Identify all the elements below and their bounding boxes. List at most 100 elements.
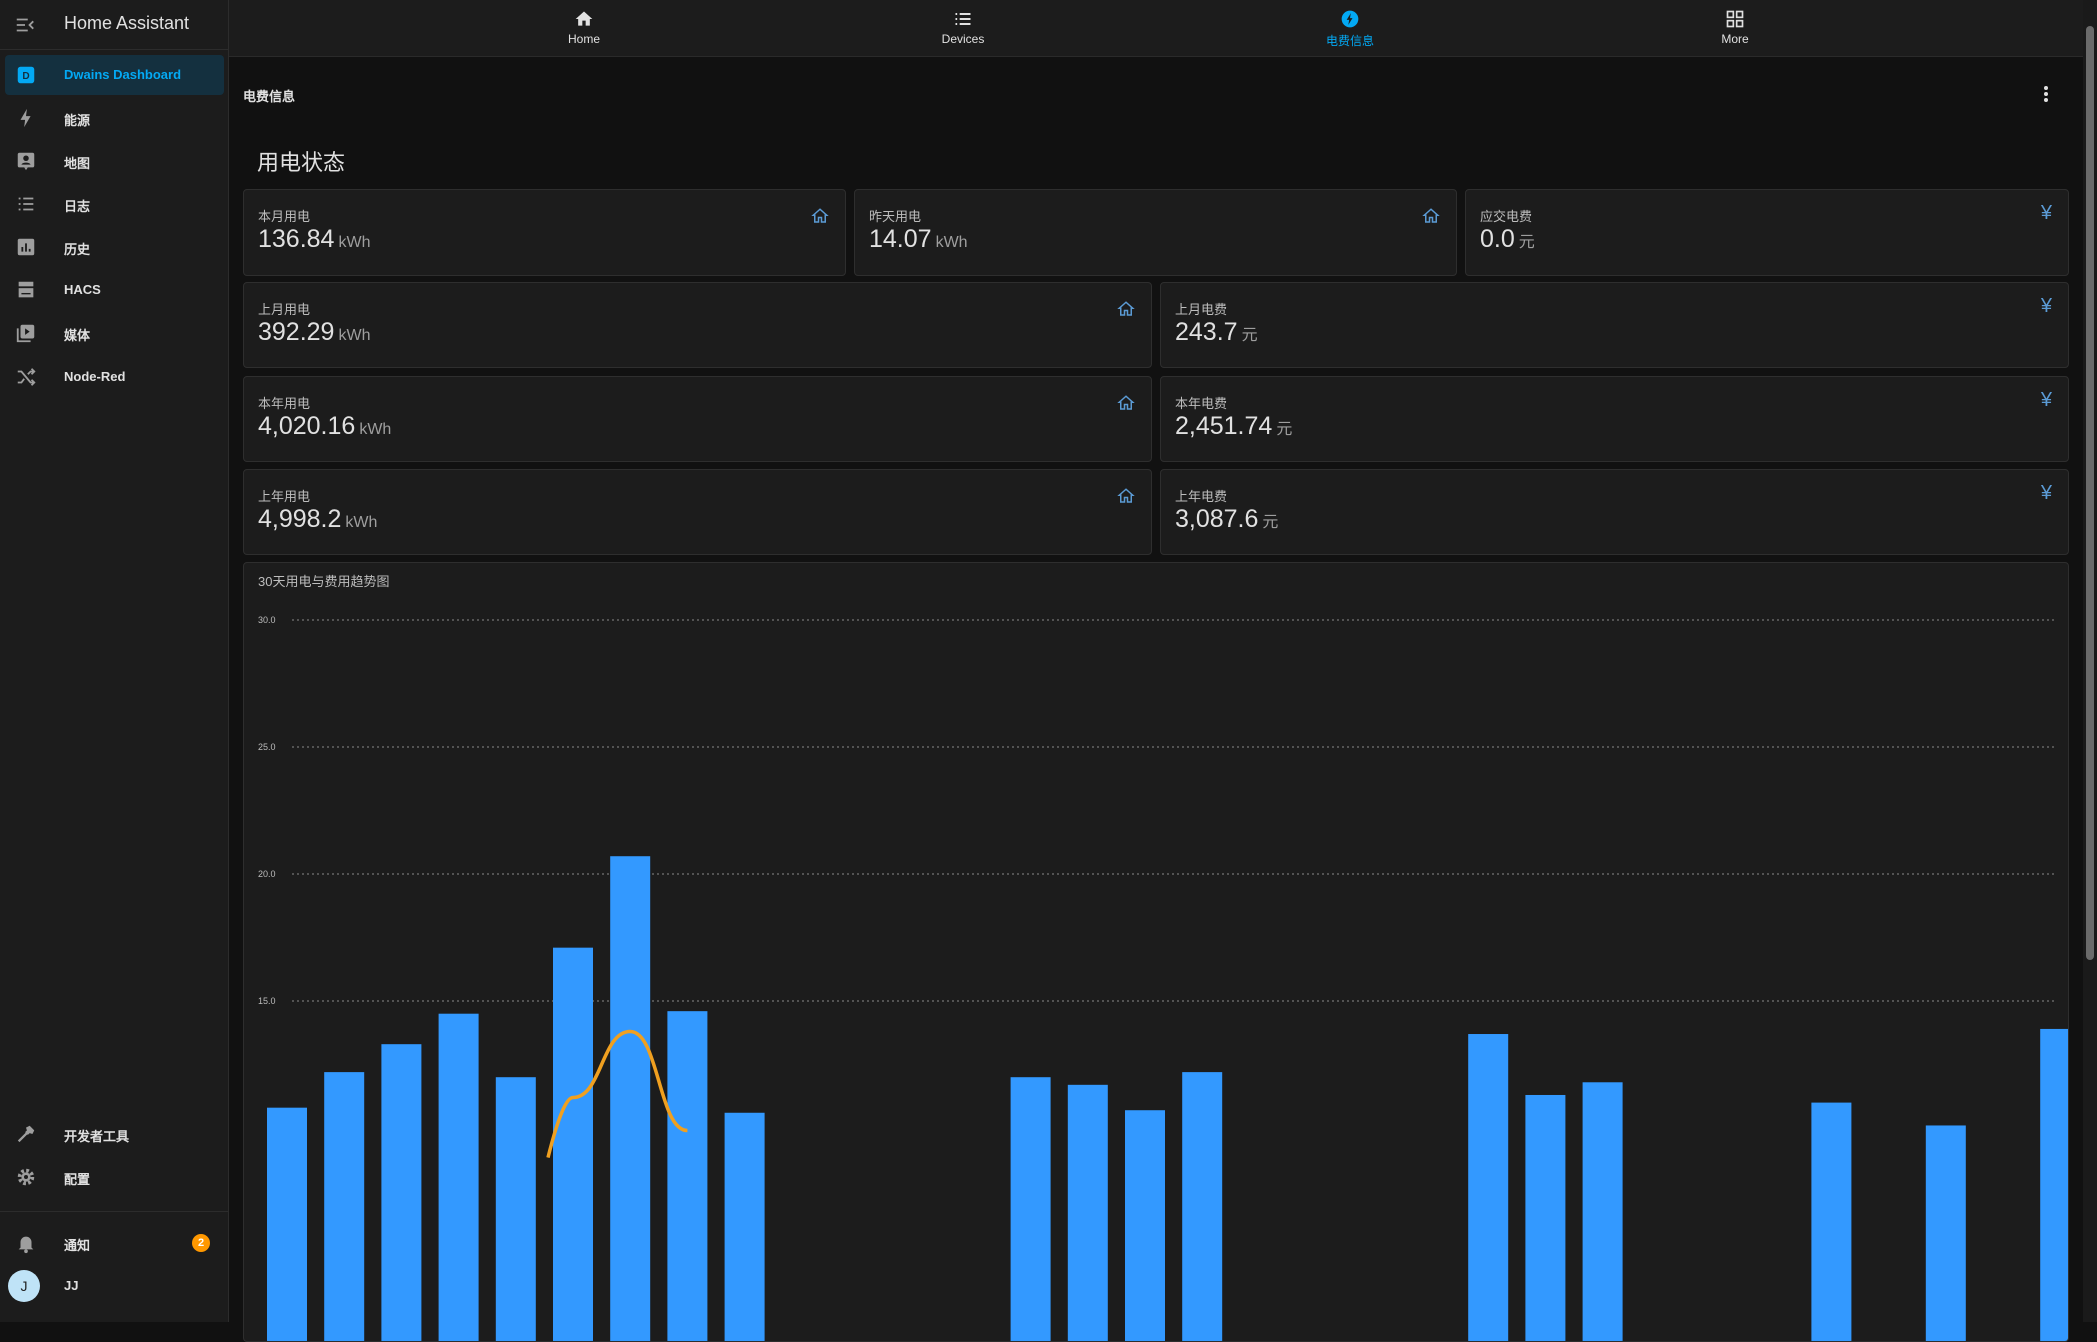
notification-count-badge: 2 [192,1234,210,1252]
chart-box-icon [17,238,35,256]
lightning-icon [20,108,31,128]
stat-name: 本年电费 [1175,396,1228,411]
chart-bar[interactable] [610,856,651,1342]
sidebar-item-developer-tools[interactable]: 开发者工具 [5,1114,224,1154]
chart-bar[interactable] [1010,1077,1051,1342]
tab-label: More [1721,32,1749,46]
home-outline-icon [1117,301,1135,316]
stat-card-last-month-usage[interactable]: 上月用电 392.29 kWh [243,282,1152,368]
format-list-icon [955,13,971,25]
tab-more[interactable]: More [1660,0,1810,56]
tab-home[interactable]: Home [509,0,659,56]
stat-value: 243.7 元 [1175,318,1258,346]
svg-text:D: D [22,71,29,82]
home-outline-icon [1117,395,1135,410]
sidebar-item-label: 历史 [64,242,91,257]
bell-icon [18,1236,34,1254]
dashboard-icon: D [17,66,35,84]
lightning-circle-icon [1341,10,1359,28]
y-tick-label: 15.0 [258,996,276,1006]
page-title: 电费信息 [243,89,296,104]
user-name: JJ [64,1278,79,1293]
y-tick-label: 20.0 [258,869,276,879]
stat-name: 上月电费 [1175,302,1228,317]
top-navigation: Home Devices 电费信息 More [229,0,2083,57]
currency-yen-icon: ¥ [2040,482,2052,504]
stat-card-due-fee[interactable]: 应交电费 0.0 元 ¥ [1465,189,2069,276]
stat-value: 4,998.2 kWh [258,505,378,533]
stat-card-last-year-fee[interactable]: 上年电费 3,087.6 元 ¥ [1160,469,2069,555]
sidebar-item-dwains-dashboard[interactable]: D Dwains Dashboard [5,55,224,95]
currency-yen-icon: ¥ [2040,295,2052,317]
chart-bar[interactable] [1125,1110,1165,1342]
y-tick-label: 25.0 [258,742,276,752]
more-vert-icon[interactable] [2036,80,2056,108]
chart-bar[interactable] [1468,1034,1509,1342]
chart-bar[interactable] [381,1044,422,1342]
scrollbar-thumb[interactable] [2086,26,2094,960]
tab-devices[interactable]: Devices [888,0,1038,56]
stat-value: 392.29 kWh [258,318,371,346]
home-outline-icon [1117,488,1135,503]
gear-icon [17,1168,35,1186]
stat-card-last-year-usage[interactable]: 上年用电 4,998.2 kWh [243,469,1152,555]
stat-value: 3,087.6 元 [1175,505,1279,533]
stat-name: 应交电费 [1480,209,1533,224]
chart-bar[interactable] [724,1112,765,1342]
chart-bar[interactable] [1067,1084,1108,1342]
stat-card-year-fee[interactable]: 本年电费 2,451.74 元 ¥ [1160,376,2069,462]
chart-bar[interactable] [2040,1028,2069,1342]
chart-bar[interactable] [1925,1125,1966,1342]
sidebar-item-user[interactable]: J JJ [5,1266,224,1306]
sidebar-item-energy[interactable]: 能源 [5,98,224,138]
stat-name: 本月用电 [258,209,311,224]
stat-name: 昨天用电 [869,209,922,224]
list-icon [18,197,34,211]
currency-yen-icon: ¥ [2040,202,2052,224]
sidebar-item-settings[interactable]: 配置 [5,1157,224,1197]
chart-bar[interactable] [1811,1102,1852,1342]
tab-electricity-info[interactable]: 电费信息 [1275,0,1425,56]
sidebar-item-history[interactable]: 历史 [5,227,224,267]
sidebar-item-media[interactable]: 媒体 [5,313,224,353]
sidebar-item-label: 通知 [64,1238,91,1253]
tab-label: Home [567,32,600,46]
stat-card-last-month-fee[interactable]: 上月电费 243.7 元 ¥ [1160,282,2069,368]
chart-bar[interactable] [324,1072,365,1342]
sidebar-item-node-red[interactable]: Node-Red [5,357,224,397]
stat-card-year-usage[interactable]: 本年用电 4,020.16 kWh [243,376,1152,462]
hammer-icon [17,1125,35,1143]
sidebar-item-notifications[interactable]: 通知 2 [5,1223,224,1263]
stat-name: 上年用电 [258,489,311,504]
sidebar-item-label: 地图 [64,156,91,171]
sidebar-item-label: 能源 [64,113,91,128]
tab-label: Devices [941,32,985,46]
sidebar-item-label: HACS [64,282,101,297]
avatar: J [8,1270,40,1302]
sidebar-item-label: Dwains Dashboard [64,67,182,82]
chart-bar[interactable] [495,1077,536,1342]
chart-bar[interactable] [1582,1082,1623,1342]
stat-name: 上年电费 [1175,489,1228,504]
sidebar-item-label: 日志 [64,199,91,214]
chart-bar[interactable] [1182,1072,1223,1342]
chart-bar[interactable] [1525,1094,1566,1342]
stat-name: 上月用电 [258,302,311,317]
shuffle-icon [17,368,36,386]
tab-label: 电费信息 [1325,34,1374,48]
sidebar-item-label: 配置 [64,1172,91,1187]
chart-bar[interactable] [667,1011,708,1342]
sidebar-item-hacs[interactable]: HACS [5,270,224,310]
stat-card-yesterday-usage[interactable]: 昨天用电 14.07 kWh [854,189,1457,276]
y-tick-label: 30.0 [258,615,276,625]
sidebar-item-label: 开发者工具 [64,1129,130,1144]
sidebar-item-map[interactable]: 地图 [5,141,224,181]
chart-bar[interactable] [438,1013,479,1342]
play-box-icon [16,324,35,343]
menu-collapse-icon[interactable] [14,14,36,36]
chart-bar[interactable] [553,947,593,1342]
scrollbar[interactable] [2083,0,2097,1322]
sidebar-item-logbook[interactable]: 日志 [5,184,224,224]
chart-bar[interactable] [267,1107,307,1342]
stat-card-month-usage[interactable]: 本月用电 136.84 kWh [243,189,846,276]
